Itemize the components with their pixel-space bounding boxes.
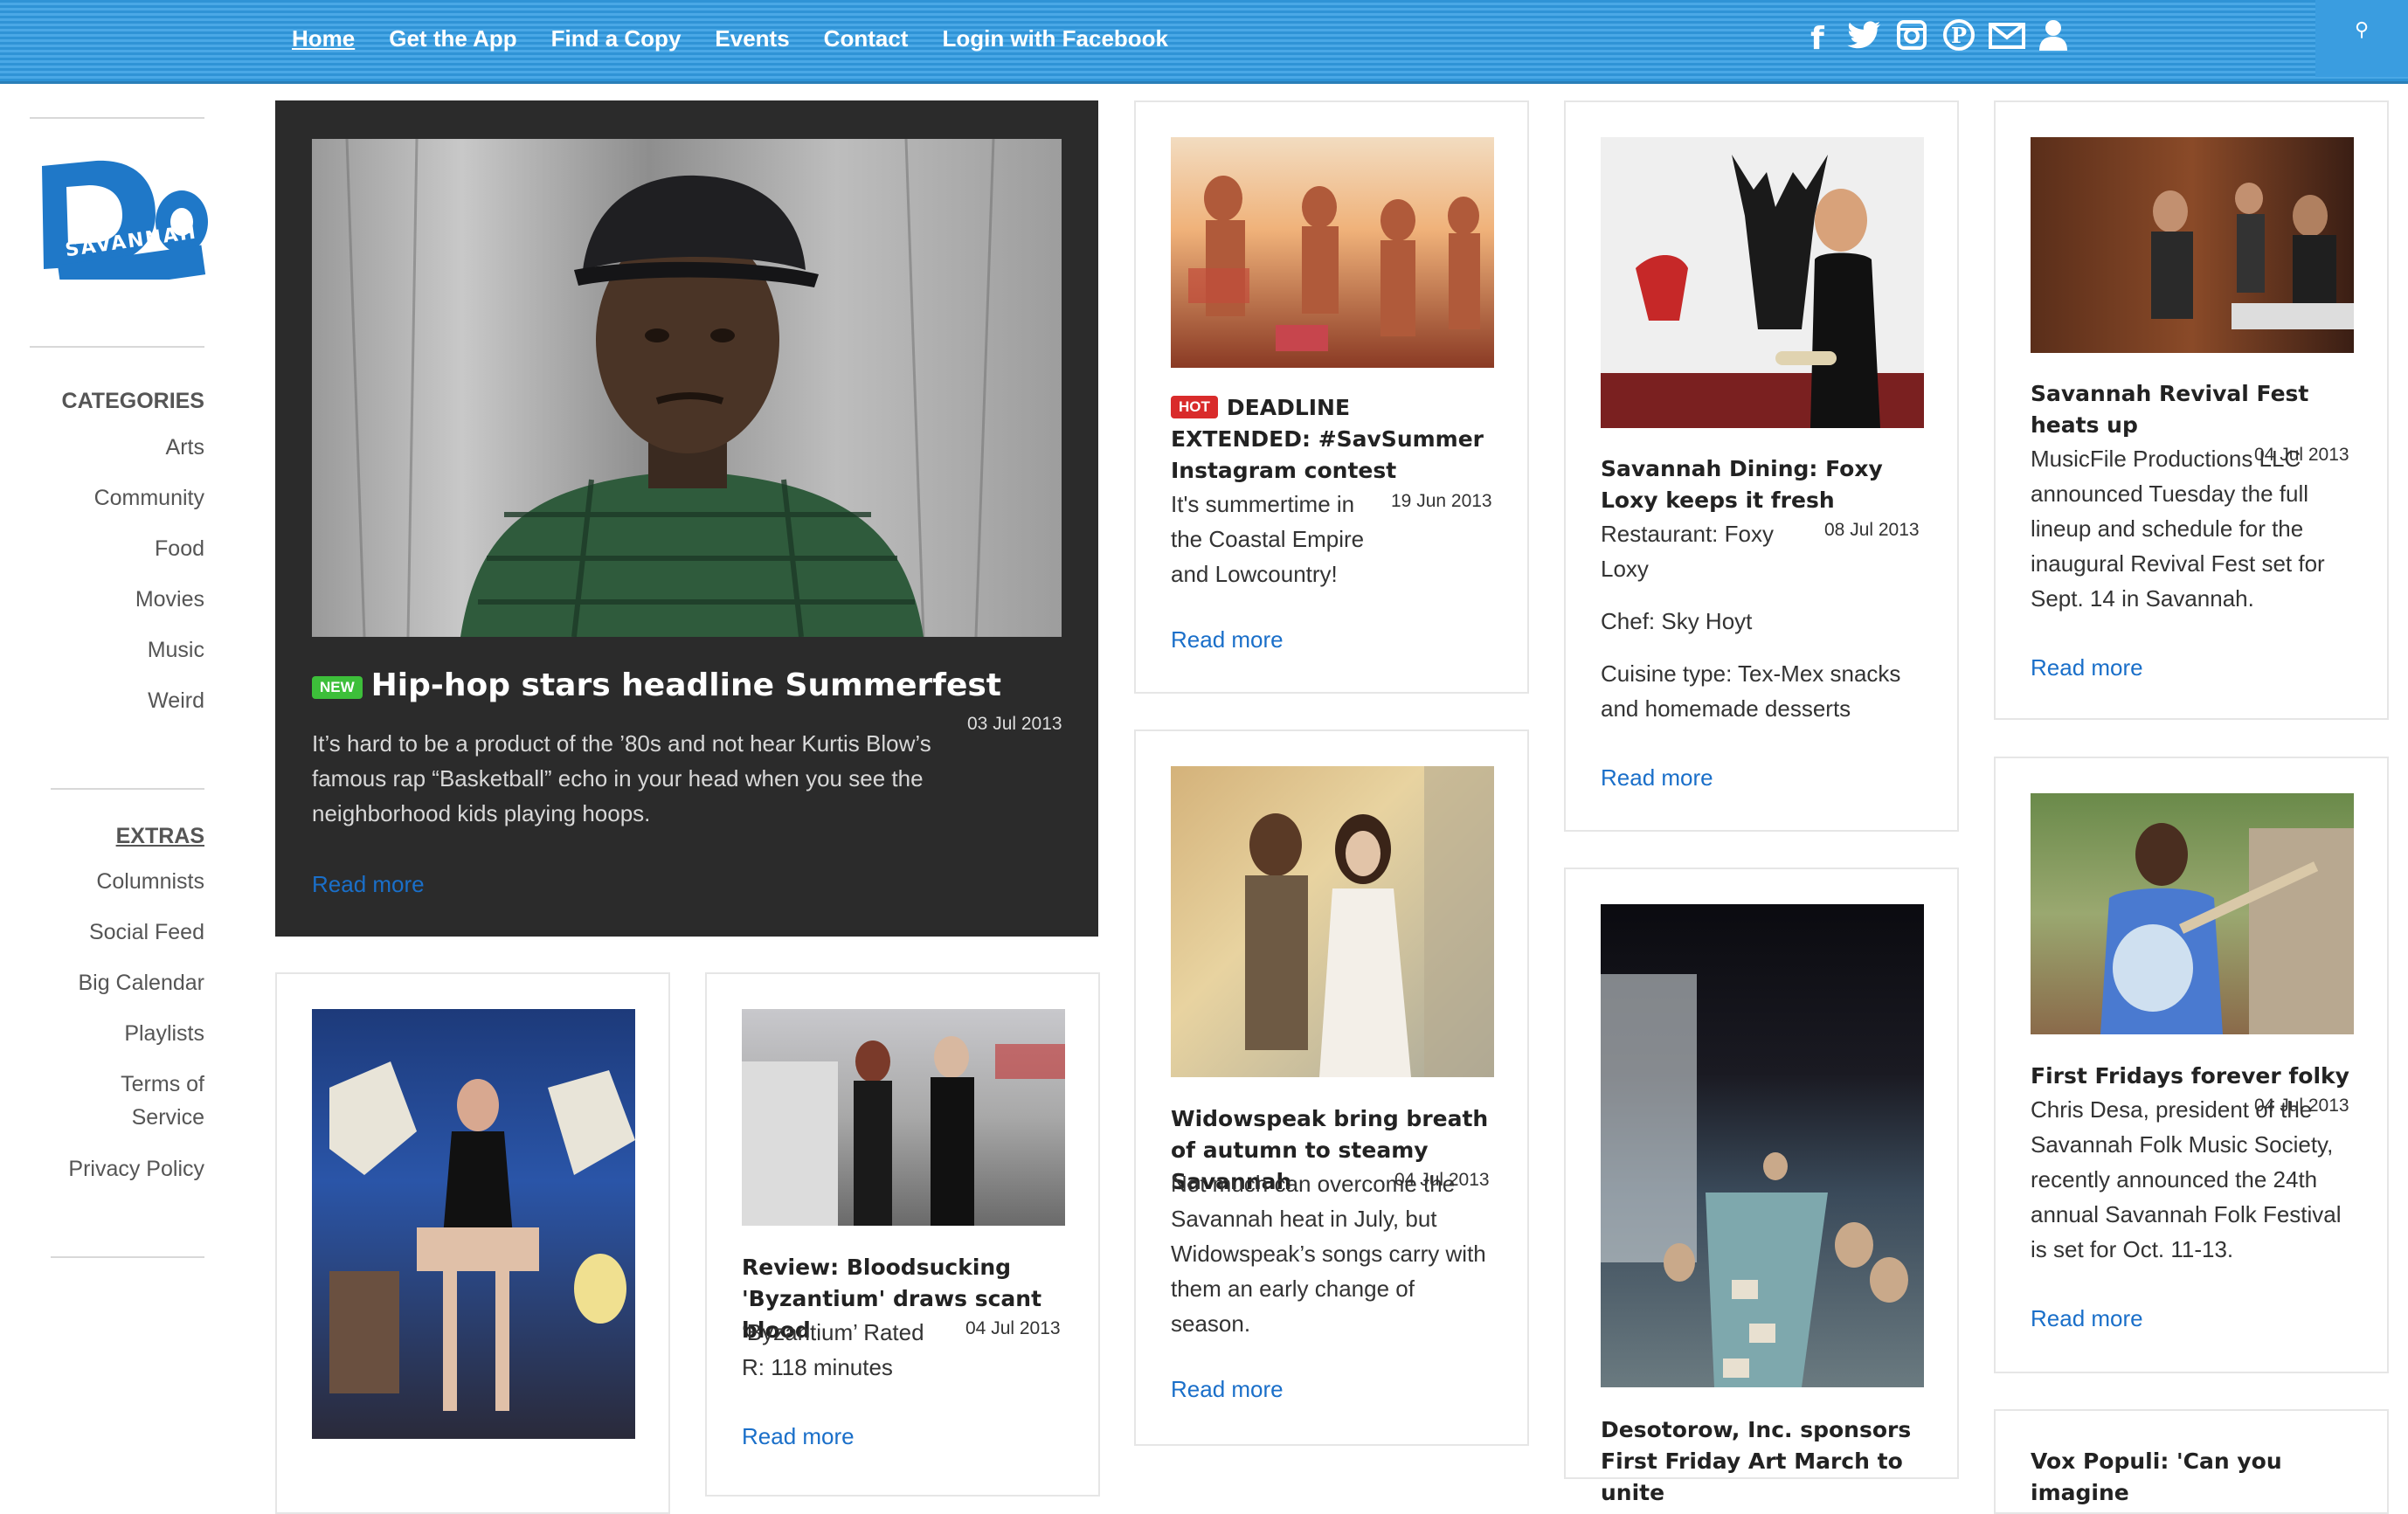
- featured-read-more-link[interactable]: Read more: [312, 871, 425, 898]
- article-title[interactable]: Vox Populi: 'Can you imagine: [2031, 1446, 2354, 1509]
- article-title[interactable]: Desotorow, Inc. sponsors First Friday Ar…: [1601, 1414, 1924, 1509]
- nav-find-a-copy[interactable]: Find a Copy: [551, 25, 682, 52]
- sidebar-item-weird[interactable]: Weird: [148, 684, 204, 717]
- featured-date: 03 Jul 2013: [967, 714, 1062, 734]
- article-date: 19 Jun 2013: [1391, 491, 1492, 511]
- categories-heading: CATEGORIES: [61, 389, 204, 413]
- sidebar-divider: [30, 117, 204, 119]
- nav-contact[interactable]: Contact: [824, 25, 909, 52]
- article-excerpt: It's summertime in the Coastal Empire an…: [1171, 491, 1365, 587]
- article-image[interactable]: [1171, 766, 1494, 1077]
- article-date: 08 Jul 2013: [1824, 520, 1920, 540]
- sidebar-item-food[interactable]: Food: [155, 532, 204, 565]
- top-navigation-bar: Home Get the App Find a Copy Events Cont…: [0, 0, 2408, 84]
- article-card: Vox Populi: 'Can you imagine: [1994, 1409, 2389, 1514]
- do-savannah-logo[interactable]: SAVANNAH: [35, 149, 210, 295]
- article-title[interactable]: Savannah Dining: Foxy Loxy keeps it fres…: [1601, 453, 1924, 516]
- article-card: Review: Bloodsucking 'Byzantium' draws s…: [705, 972, 1100, 1497]
- article-excerpt: MusicFile Productions LLC announced Tues…: [2031, 446, 2325, 612]
- article-title[interactable]: Savannah Revival Fest heats up: [2031, 378, 2354, 441]
- sidebar-item-terms[interactable]: Terms of Service: [82, 1068, 204, 1134]
- nav-login-facebook[interactable]: Login with Facebook: [942, 25, 1168, 52]
- sidebar-item-community[interactable]: Community: [94, 481, 204, 515]
- article-card: Savannah Revival Fest heats up 04 Jul 20…: [1994, 100, 2389, 720]
- read-more-link[interactable]: Read more: [2031, 1305, 2143, 1332]
- article-excerpt-chef: Chef: Sky Hoyt: [1601, 608, 1753, 634]
- article-image[interactable]: [312, 1009, 635, 1439]
- facebook-icon[interactable]: f: [1800, 21, 1835, 57]
- article-card: [275, 972, 670, 1514]
- article-image[interactable]: [2031, 793, 2354, 1034]
- read-more-link[interactable]: Read more: [1171, 1376, 1284, 1403]
- article-card: Savannah Dining: Foxy Loxy keeps it fres…: [1564, 100, 1959, 832]
- article-excerpt: Not much can overcome the Savannah heat …: [1171, 1171, 1486, 1337]
- sidebar-item-privacy[interactable]: Privacy Policy: [68, 1152, 204, 1186]
- article-image[interactable]: [1171, 137, 1494, 368]
- sidebar-divider: [51, 788, 204, 790]
- svg-text:P: P: [1951, 23, 1967, 48]
- sidebar-item-music[interactable]: Music: [148, 633, 204, 667]
- article-date: 04 Jul 2013: [965, 1318, 1061, 1338]
- article-card: First Fridays forever folky 04 Jul 2013 …: [1994, 757, 2389, 1373]
- search-icon: ⚲: [2354, 19, 2370, 41]
- article-title[interactable]: HOT DEADLINE EXTENDED: #SavSummer Instagr…: [1171, 392, 1494, 487]
- article-card: Desotorow, Inc. sponsors First Friday Ar…: [1564, 868, 1959, 1505]
- twitter-icon[interactable]: [1847, 20, 1882, 58]
- featured-title-text: Hip-hop stars headline Summerfest: [370, 667, 1001, 703]
- email-icon[interactable]: [1989, 21, 2025, 57]
- read-more-link[interactable]: Read more: [1171, 626, 1284, 653]
- featured-title[interactable]: NEW Hip-hop stars headline Summerfest: [312, 665, 1062, 707]
- article-card: Widowspeak bring breath of autumn to ste…: [1134, 729, 1529, 1446]
- article-image[interactable]: [1601, 137, 1924, 428]
- featured-article-card: NEW Hip-hop stars headline Summerfest 03 …: [275, 100, 1098, 937]
- sidebar-item-movies[interactable]: Movies: [135, 583, 204, 616]
- sidebar-item-columnists[interactable]: Columnists: [96, 865, 204, 898]
- read-more-link[interactable]: Read more: [1601, 764, 1713, 792]
- sidebar-item-social-feed[interactable]: Social Feed: [89, 916, 204, 949]
- user-icon[interactable]: [2036, 18, 2071, 59]
- search-button[interactable]: ⚲: [2315, 0, 2408, 77]
- nav-events[interactable]: Events: [715, 25, 789, 52]
- article-image[interactable]: [1601, 904, 1924, 1387]
- new-badge: NEW: [312, 676, 363, 699]
- extras-heading[interactable]: EXTRAS: [116, 824, 204, 849]
- article-image[interactable]: [742, 1009, 1065, 1226]
- article-image[interactable]: [2031, 137, 2354, 353]
- sidebar-item-arts[interactable]: Arts: [166, 431, 204, 464]
- sidebar-divider: [30, 346, 204, 348]
- nav-home[interactable]: Home: [292, 25, 355, 52]
- read-more-link[interactable]: Read more: [2031, 654, 2143, 681]
- social-links: f P: [1800, 17, 2083, 59]
- article-card: HOT DEADLINE EXTENDED: #SavSummer Instagr…: [1134, 100, 1529, 694]
- pinterest-icon[interactable]: P: [1941, 18, 1976, 59]
- sidebar-item-playlists[interactable]: Playlists: [124, 1017, 204, 1050]
- nav-get-the-app[interactable]: Get the App: [389, 25, 516, 52]
- featured-excerpt: It’s hard to be a product of the ’80s an…: [312, 730, 931, 826]
- article-excerpt-cuisine: Cuisine type: Tex-Mex snacks and homemad…: [1601, 660, 1901, 722]
- article-excerpt: ‘Byzantium’ Rated R: 118 minutes: [742, 1319, 924, 1380]
- article-excerpt: Restaurant: Foxy Loxy: [1601, 521, 1774, 582]
- read-more-link[interactable]: Read more: [742, 1423, 855, 1450]
- article-title[interactable]: First Fridays forever folky: [2031, 1061, 2354, 1092]
- sidebar-divider: [51, 1256, 204, 1258]
- featured-image[interactable]: [312, 139, 1062, 637]
- main-nav: Home Get the App Find a Copy Events Cont…: [292, 0, 1202, 77]
- sidebar-item-big-calendar[interactable]: Big Calendar: [78, 966, 204, 999]
- hot-badge: HOT: [1171, 396, 1218, 418]
- article-excerpt: Chris Desa, president of the Savannah Fo…: [2031, 1096, 2342, 1262]
- instagram-icon[interactable]: [1894, 19, 1929, 58]
